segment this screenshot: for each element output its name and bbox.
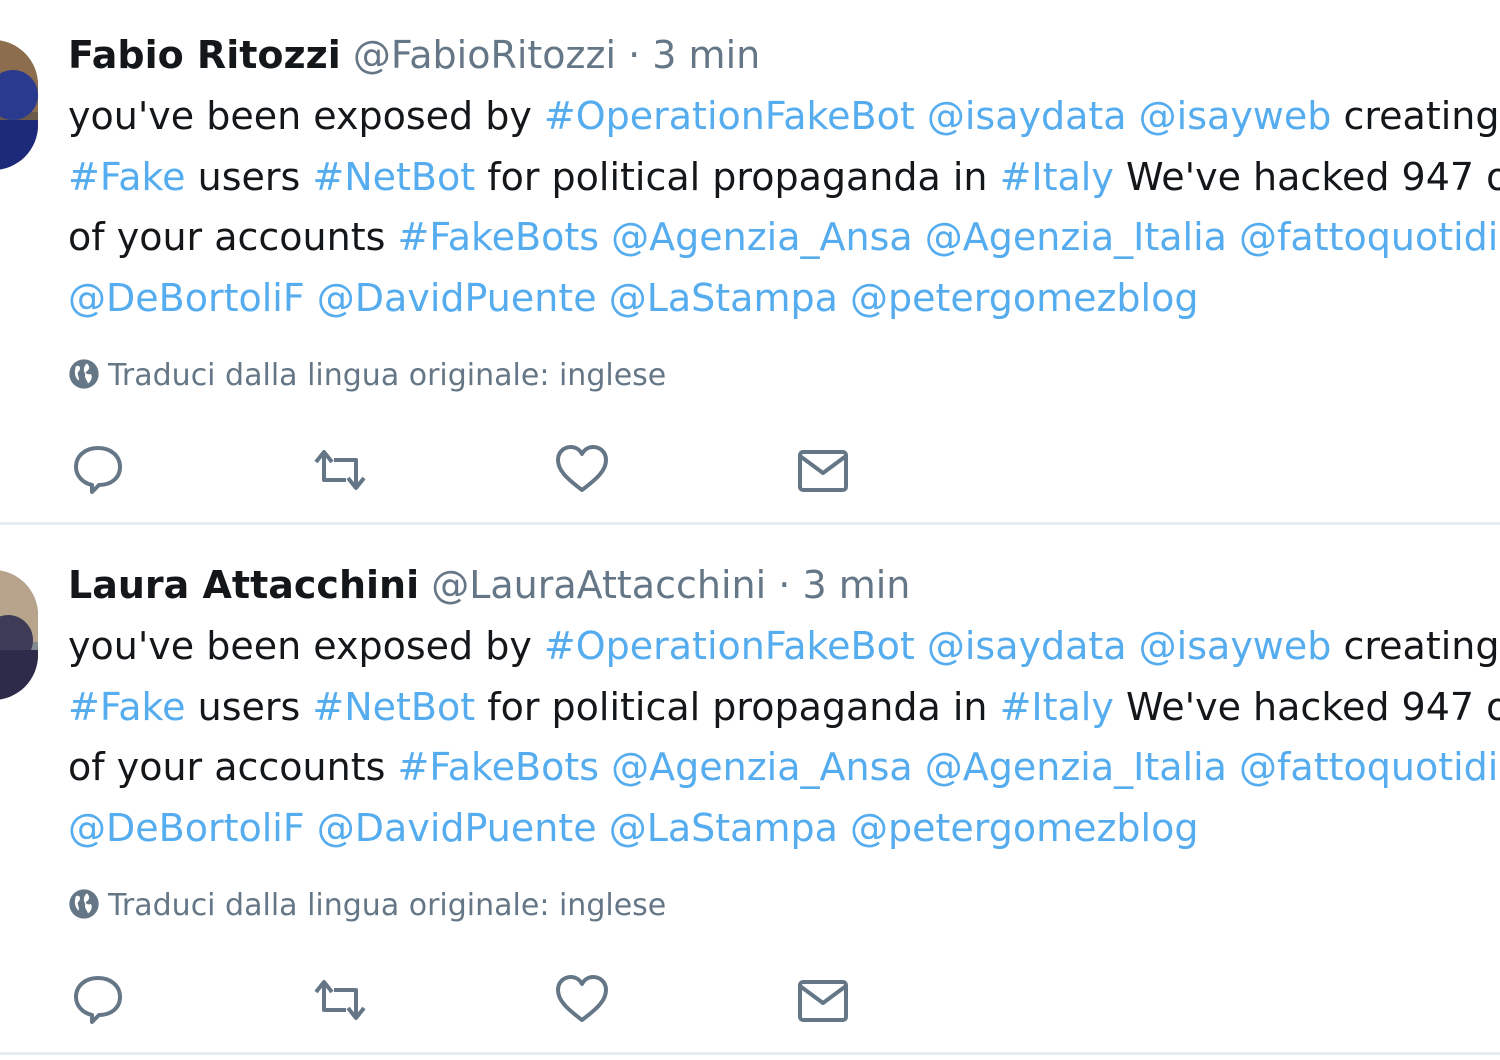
mention-link[interactable]: @fattoquotidian <box>1239 215 1500 259</box>
tweet-text-line: @DeBortoliF @DavidPuente @LaStampa @pete… <box>68 268 1500 329</box>
hashtag-link[interactable]: #FakeBots <box>398 745 600 789</box>
hashtag-link[interactable]: #Fake <box>68 685 186 729</box>
text-segment: for political propaganda in <box>475 684 1000 729</box>
avatar-image-part <box>0 650 38 700</box>
like-icon <box>556 445 608 492</box>
translate-link[interactable]: Traduci dalla lingua originale: inglese <box>68 356 666 396</box>
mention-link[interactable]: @isayweb <box>1139 94 1332 138</box>
header-separator: · <box>628 33 641 77</box>
avatar-image-part <box>0 120 38 170</box>
hashtag-link[interactable]: #NetBot <box>312 155 475 199</box>
like-button[interactable] <box>552 440 612 500</box>
reply-icon <box>74 446 122 494</box>
tweet-text-line: you've been exposed by #OperationFakeBot… <box>68 616 1500 677</box>
author-handle[interactable]: @FabioRitozzi <box>353 33 616 77</box>
globe-icon <box>69 359 99 389</box>
hashtag-link[interactable]: #Italy <box>1000 685 1114 729</box>
tweet-text-line: #Fake users #NetBot for political propag… <box>68 677 1500 738</box>
avatar[interactable] <box>0 570 38 700</box>
retweet-button[interactable] <box>310 970 370 1030</box>
hashtag-link[interactable]: #Fake <box>68 155 186 199</box>
translate-link[interactable]: Traduci dalla lingua originale: inglese <box>68 886 666 926</box>
text-segment: creating a <box>1343 94 1500 138</box>
author-name[interactable]: Fabio Ritozzi <box>68 33 341 77</box>
tweet-header: Laura Attacchini @LauraAttacchini · 3 mi… <box>68 560 910 610</box>
mention-link[interactable]: @isaydata <box>927 94 1127 138</box>
like-button[interactable] <box>552 970 612 1030</box>
hashtag-link[interactable]: #NetBot <box>312 685 475 729</box>
text-segment: you've been exposed by <box>68 624 544 668</box>
mention-link[interactable]: @Agenzia_Ansa <box>611 745 913 789</box>
text-segment: you've been exposed by <box>68 94 544 138</box>
direct-message-button[interactable] <box>794 440 854 500</box>
retweet-icon <box>314 980 366 1020</box>
text-segment: We've hacked 947 of 2 <box>1125 684 1500 729</box>
mention-link[interactable]: @Agenzia_Italia <box>925 745 1227 789</box>
mention-link[interactable]: @DavidPuente <box>317 276 597 320</box>
mention-link[interactable]: @isaydata <box>927 624 1127 668</box>
direct-message-icon <box>798 980 848 1022</box>
mention-link[interactable]: @Agenzia_Italia <box>925 215 1227 259</box>
translate-label: Traduci dalla lingua originale: inglese <box>108 888 667 923</box>
text-segment: We've hacked 947 of 2 <box>1125 154 1500 199</box>
text-segment: of your accounts <box>68 745 398 789</box>
retweet-icon <box>314 450 366 490</box>
header-separator: · <box>778 563 791 607</box>
author-name[interactable]: Laura Attacchini <box>68 563 419 607</box>
mention-link[interactable]: @Agenzia_Ansa <box>611 215 913 259</box>
hashtag-link[interactable]: #FakeBots <box>398 215 600 259</box>
hashtag-link[interactable]: #Italy <box>1000 155 1114 199</box>
like-icon <box>556 975 608 1022</box>
text-segment: users <box>185 154 313 199</box>
tweet-actions <box>68 970 868 1030</box>
mention-link[interactable]: @fattoquotidian <box>1239 745 1500 789</box>
direct-message-icon <box>798 450 848 492</box>
mention-link[interactable]: @DeBortoliF <box>68 806 305 850</box>
tweet-text-line: you've been exposed by #OperationFakeBot… <box>68 86 1500 147</box>
mention-link[interactable]: @LaStampa <box>609 806 838 850</box>
retweet-button[interactable] <box>310 440 370 500</box>
tweet-divider <box>0 1052 1500 1055</box>
reply-button[interactable] <box>68 970 128 1030</box>
tweet[interactable]: Fabio Ritozzi @FabioRitozzi · 3 min you'… <box>0 0 1500 522</box>
tweet-text-line: of your accounts #FakeBots @Agenzia_Ansa… <box>68 737 1500 798</box>
tweet-divider <box>0 522 1500 525</box>
tweet-timestamp[interactable]: 3 min <box>802 563 910 607</box>
text-segment: users <box>185 684 313 729</box>
text-segment: for political propaganda in <box>475 154 1000 199</box>
mention-link[interactable]: @petergomezblog <box>850 806 1199 850</box>
tweet-text: you've been exposed by #OperationFakeBot… <box>68 616 1500 858</box>
reply-icon <box>74 976 122 1024</box>
mention-link[interactable]: @DeBortoliF <box>68 276 305 320</box>
mention-link[interactable]: @isayweb <box>1139 624 1332 668</box>
text-segment: of your accounts <box>68 215 398 259</box>
tweet-actions <box>68 440 868 500</box>
tweet-timeline: Fabio Ritozzi @FabioRitozzi · 3 min you'… <box>0 0 1500 1060</box>
tweet[interactable]: Laura Attacchini @LauraAttacchini · 3 mi… <box>0 530 1500 1052</box>
translate-label: Traduci dalla lingua originale: inglese <box>108 358 667 393</box>
tweet-text-line: #Fake users #NetBot for political propag… <box>68 147 1500 208</box>
globe-icon <box>69 889 99 919</box>
mention-link[interactable]: @DavidPuente <box>317 806 597 850</box>
tweet-text-line: of your accounts #FakeBots @Agenzia_Ansa… <box>68 207 1500 268</box>
reply-button[interactable] <box>68 440 128 500</box>
tweet-timestamp[interactable]: 3 min <box>652 33 760 77</box>
author-handle[interactable]: @LauraAttacchini <box>431 563 766 607</box>
text-segment: creating a <box>1343 624 1500 668</box>
mention-link[interactable]: @petergomezblog <box>850 276 1199 320</box>
direct-message-button[interactable] <box>794 970 854 1030</box>
tweet-text: you've been exposed by #OperationFakeBot… <box>68 86 1500 328</box>
mention-link[interactable]: @LaStampa <box>609 276 838 320</box>
tweet-header: Fabio Ritozzi @FabioRitozzi · 3 min <box>68 30 760 80</box>
tweet-text-line: @DeBortoliF @DavidPuente @LaStampa @pete… <box>68 798 1500 859</box>
hashtag-link[interactable]: #OperationFakeBot <box>544 624 915 668</box>
avatar[interactable] <box>0 40 38 170</box>
hashtag-link[interactable]: #OperationFakeBot <box>544 94 915 138</box>
